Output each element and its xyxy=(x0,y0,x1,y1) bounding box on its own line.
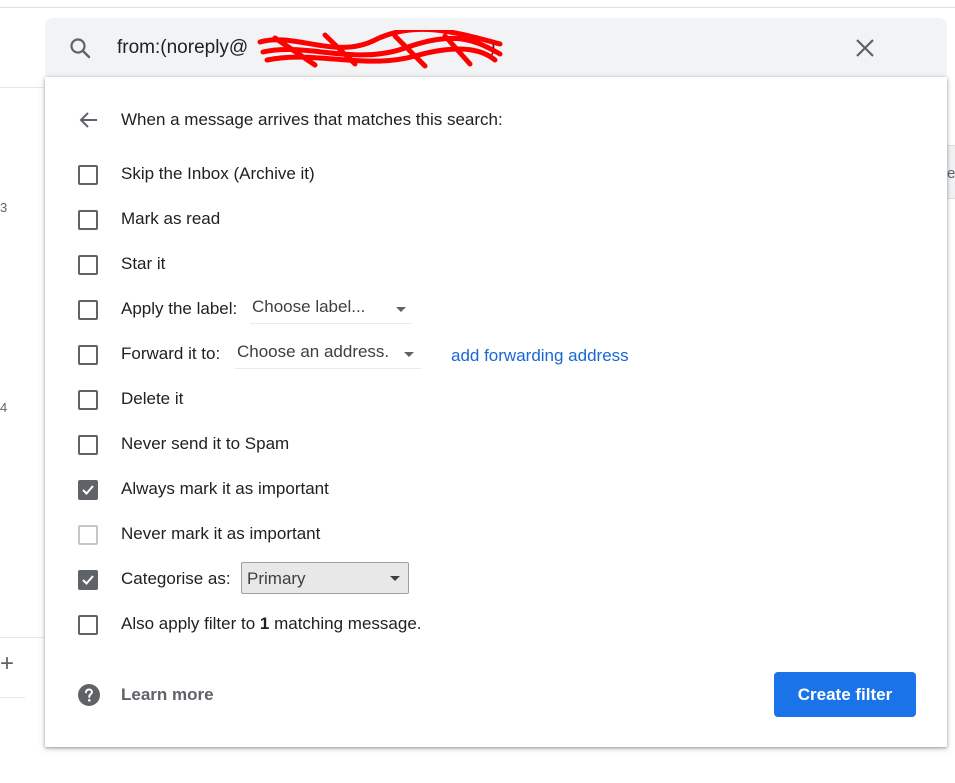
option-label: Never send it to Spam xyxy=(121,434,290,453)
star-it-checkbox[interactable] xyxy=(78,255,98,275)
apply-label-checkbox[interactable] xyxy=(78,300,98,320)
chevron-down-icon xyxy=(404,352,414,357)
checkmark-icon xyxy=(82,485,94,495)
apply-existing-checkbox[interactable] xyxy=(78,615,98,635)
option-label: Star it xyxy=(121,254,166,273)
skip-inbox-checkbox[interactable] xyxy=(78,165,98,185)
search-icon[interactable] xyxy=(68,36,92,60)
option-label: Apply the label: xyxy=(121,299,238,318)
never-important-checkbox[interactable] xyxy=(78,525,98,545)
background-divider xyxy=(0,697,25,698)
apply-existing-text: Also apply filter to xyxy=(121,614,260,633)
background-plus-icon[interactable]: + xyxy=(0,652,14,676)
never-spam-checkbox[interactable] xyxy=(78,435,98,455)
option-forward[interactable]: Forward it to: Choose an address. xyxy=(78,342,428,369)
background-divider xyxy=(0,637,44,638)
label-dropdown[interactable]: Choose label... xyxy=(250,297,412,324)
add-forwarding-address-link[interactable]: add forwarding address xyxy=(451,346,629,366)
category-select-value: Primary xyxy=(247,569,306,588)
category-select[interactable]: Primary xyxy=(241,562,409,594)
chevron-down-icon xyxy=(396,307,406,312)
option-apply-label[interactable]: Apply the label: Choose label... xyxy=(78,297,418,324)
background-count: 3 xyxy=(0,200,8,215)
create-filter-button[interactable]: Create filter xyxy=(774,672,916,717)
option-label: Forward it to: xyxy=(121,344,221,363)
forward-address-dropdown[interactable]: Choose an address. xyxy=(235,342,421,369)
background-text-fragment: e xyxy=(947,165,955,182)
checkmark-icon xyxy=(82,575,94,585)
forward-dropdown-value: Choose an address. xyxy=(237,342,390,361)
page-top-divider xyxy=(0,7,955,8)
chevron-down-icon xyxy=(390,576,400,581)
option-label: Mark as read xyxy=(121,209,221,228)
label-dropdown-value: Choose label... xyxy=(252,297,366,316)
option-label: Also apply filter to 1 matching message. xyxy=(121,614,422,634)
option-label: Delete it xyxy=(121,389,184,408)
apply-existing-text: matching message. xyxy=(269,614,422,633)
option-label: Categorise as: xyxy=(121,569,231,588)
categorise-checkbox[interactable] xyxy=(78,570,98,590)
close-icon[interactable] xyxy=(853,36,877,60)
option-label: Skip the Inbox (Archive it) xyxy=(121,164,315,183)
search-query-prefix: from:(noreply@ xyxy=(117,37,249,58)
help-icon[interactable] xyxy=(77,683,101,707)
option-label: Never mark it as important xyxy=(121,524,321,543)
background-count: 4 xyxy=(0,400,8,415)
matching-count: 1 xyxy=(259,614,270,633)
always-important-checkbox[interactable] xyxy=(78,480,98,500)
delete-it-checkbox[interactable] xyxy=(78,390,98,410)
learn-more-link[interactable]: Learn more xyxy=(121,685,214,705)
option-label: Always mark it as important xyxy=(121,479,329,498)
forward-checkbox[interactable] xyxy=(78,345,98,365)
redaction-scribble xyxy=(257,30,503,69)
background-divider xyxy=(0,87,44,88)
filter-header: When a message arrives that matches this… xyxy=(121,110,503,129)
mark-as-read-checkbox[interactable] xyxy=(78,210,98,230)
background-button-edge: e xyxy=(947,145,955,199)
back-arrow-icon[interactable] xyxy=(77,108,101,132)
